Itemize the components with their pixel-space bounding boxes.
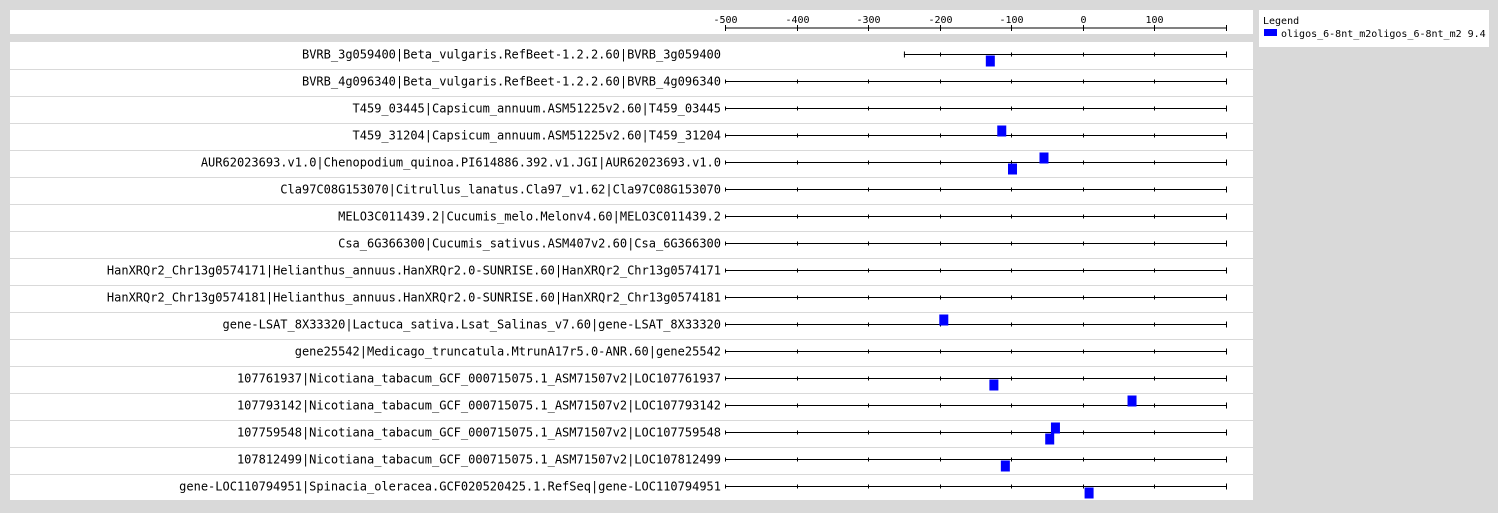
x-tick-label: -200: [928, 15, 952, 26]
chart-stage: -500 -400 -300 -200 -100 0 100 BVRB_3g059400|B…: [0, 0, 1498, 509]
row-label: BVRB_3g059400|Beta_vulgaris.RefBeet-1.2.…: [302, 48, 721, 62]
motif-hit: [985, 55, 995, 67]
motif-position-chart: -500 -400 -300 -200 -100 0 100 BVRB_3g059400|B…: [0, 0, 1498, 509]
motif-hit: [989, 379, 999, 391]
x-tick-label: 0: [1080, 15, 1086, 26]
motif-hit: [939, 314, 949, 326]
row-label: T459_03445|Capsicum_annuum.ASM51225v2.60…: [353, 102, 721, 116]
x-tick-label: 100: [1145, 15, 1163, 26]
row-label: 107761937|Nicotiana_tabacum_GCF_00071507…: [237, 372, 721, 386]
legend-entry-label: oligos_6-8nt_m2oligos_6-8nt_m2 9.4: [1281, 29, 1486, 40]
motif-hit: [1050, 422, 1060, 434]
row-label: 107759548|Nicotiana_tabacum_GCF_00071507…: [237, 426, 721, 440]
legend: Legend oligos_6-8nt_m2oligos_6-8nt_m2 9.…: [1259, 10, 1489, 47]
row-label: BVRB_4g096340|Beta_vulgaris.RefBeet-1.2.…: [302, 75, 721, 89]
motif-hit: [997, 125, 1007, 137]
x-tick-label: -500: [713, 15, 737, 26]
x-tick-label: -100: [999, 15, 1023, 26]
row-label: gene-LOC110794951|Spinacia_oleracea.GCF0…: [179, 480, 721, 494]
row-label: gene-LSAT_8X33320|Lactuca_sativa.Lsat_Sa…: [223, 318, 722, 332]
row-label: 107793142|Nicotiana_tabacum_GCF_00071507…: [237, 399, 721, 413]
motif-hit: [1039, 152, 1049, 164]
motif-hit: [1127, 395, 1137, 407]
row-label: Csa_6G366300|Cucumis_sativus.ASM407v2.60…: [338, 237, 721, 251]
motif-hit: [1000, 460, 1010, 472]
row-label: HanXRQr2_Chr13g0574171|Helianthus_annuus…: [107, 264, 721, 278]
row-label: T459_31204|Capsicum_annuum.ASM51225v2.60…: [353, 129, 721, 143]
motif-hit: [1008, 163, 1018, 175]
row-label: gene25542|Medicago_truncatula.MtrunA17r5…: [295, 345, 721, 359]
legend-title: Legend: [1263, 16, 1299, 27]
axis-panel: [10, 10, 1253, 34]
row-label: MELO3C011439.2|Cucumis_melo.Melonv4.60|M…: [338, 210, 721, 224]
row-label: 107812499|Nicotiana_tabacum_GCF_00071507…: [237, 453, 721, 467]
x-tick-label: -300: [856, 15, 880, 26]
row-label: HanXRQr2_Chr13g0574181|Helianthus_annuus…: [107, 291, 721, 305]
row-label: Cla97C08G153070|Citrullus_lanatus.Cla97_…: [280, 183, 721, 197]
row-label: AUR62023693.v1.0|Chenopodium_quinoa.PI61…: [201, 156, 721, 170]
motif-hit: [1084, 487, 1094, 499]
x-tick-label: -400: [785, 15, 809, 26]
legend-swatch: [1264, 29, 1277, 36]
motif-hit: [1045, 433, 1055, 445]
